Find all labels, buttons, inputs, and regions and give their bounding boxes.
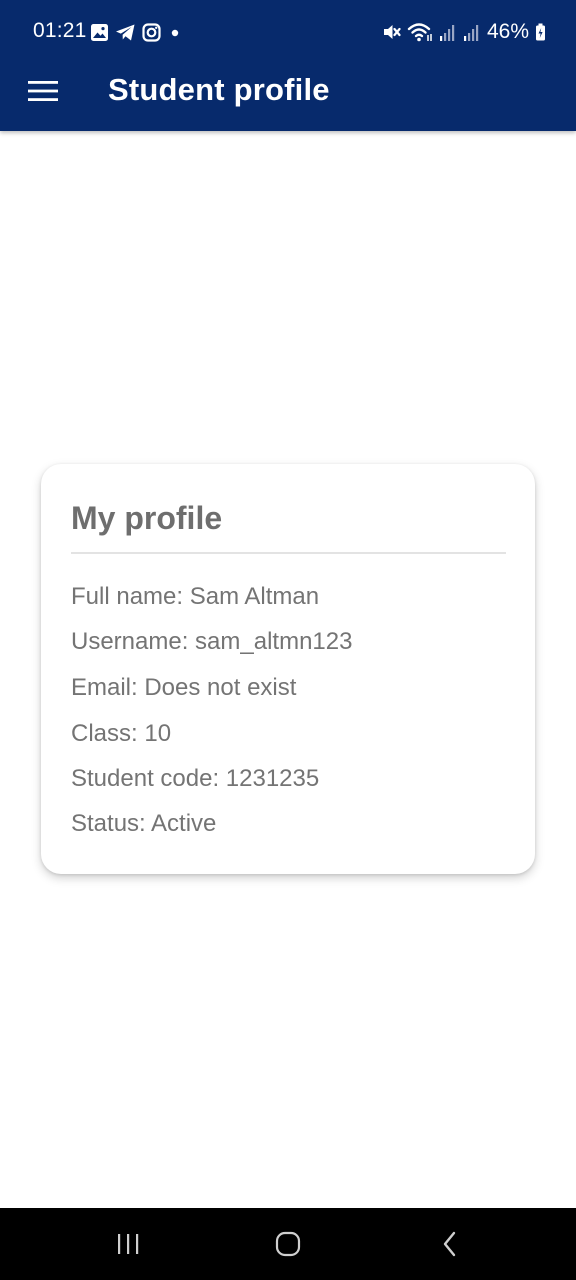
dot-icon bbox=[171, 29, 179, 36]
page-title: Student profile bbox=[108, 72, 330, 107]
signal-icon bbox=[439, 25, 455, 41]
home-button[interactable] bbox=[260, 1222, 316, 1266]
gallery-icon bbox=[91, 23, 108, 41]
back-button[interactable] bbox=[422, 1222, 478, 1266]
navigation-bar bbox=[0, 1208, 576, 1280]
home-icon bbox=[275, 1231, 301, 1257]
username-field: Username: sam_altmn123 bbox=[71, 628, 353, 655]
hamburger-menu-icon bbox=[28, 81, 58, 101]
status-field: Status: Active bbox=[71, 810, 217, 837]
profile-card: My profile Full name: Sam Altman Usernam… bbox=[41, 464, 535, 874]
recents-icon bbox=[118, 1234, 139, 1254]
mute-icon bbox=[383, 25, 401, 39]
app-bar: Student profile bbox=[0, 64, 576, 131]
battery-percentage: 46% bbox=[486, 20, 529, 43]
telegram-icon bbox=[116, 24, 135, 40]
recents-button[interactable] bbox=[100, 1222, 156, 1266]
battery-icon bbox=[536, 23, 545, 41]
menu-button[interactable] bbox=[22, 74, 64, 108]
full-name-field: Full name: Sam Altman bbox=[71, 583, 320, 610]
status-right: 46% bbox=[381, 19, 546, 45]
card-divider bbox=[71, 552, 506, 554]
instagram-icon bbox=[142, 22, 161, 42]
wifi-icon bbox=[407, 23, 432, 42]
class-field: Class: 10 bbox=[71, 720, 172, 747]
status-bar: 01:21 46% bbox=[0, 0, 576, 64]
email-field: Email: Does not exist bbox=[71, 674, 297, 701]
top-bar: 01:21 46% Student profile bbox=[0, 0, 576, 131]
card-title: My profile bbox=[71, 500, 223, 536]
screen: 01:21 46% Student profile My profile Ful… bbox=[0, 0, 576, 1280]
notification-icons bbox=[90, 21, 181, 43]
signal-icon bbox=[463, 25, 479, 41]
student-code-field: Student code: 1231235 bbox=[71, 765, 320, 792]
status-time: 01:21 bbox=[33, 19, 87, 42]
back-icon bbox=[443, 1231, 456, 1257]
